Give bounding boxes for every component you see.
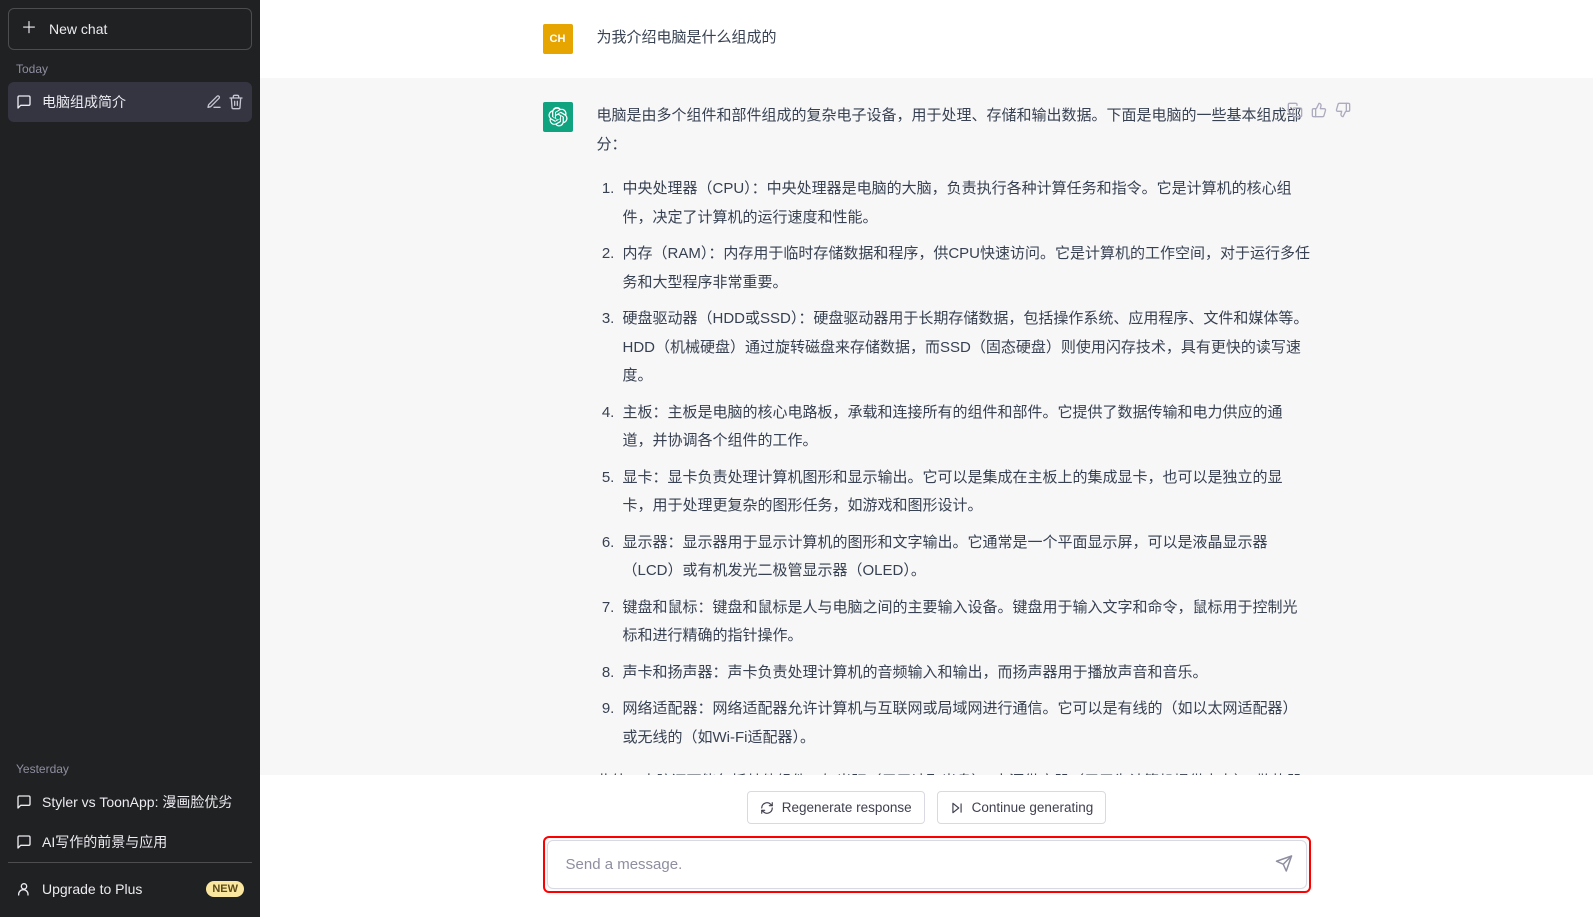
chat-item-title: AI写作的前景与应用 (42, 832, 244, 852)
message-input-container[interactable] (547, 840, 1307, 889)
list-item: 主板：主板是电脑的核心电路板，承载和连接所有的组件和部件。它提供了数据传输和电力… (619, 399, 1311, 456)
sidebar-bottom: Upgrade to Plus NEW (8, 862, 252, 909)
trash-icon[interactable] (228, 94, 244, 110)
openai-logo-icon (548, 107, 568, 127)
refresh-icon (760, 801, 774, 815)
conversation: CH 为我介绍电脑是什么组成的 电脑是由多个组件和部件组成的复杂电子设备，用于处… (260, 0, 1593, 775)
new-badge: NEW (206, 881, 244, 897)
thumbs-down-icon[interactable] (1335, 102, 1351, 118)
list-item: 显示器：显示器用于显示计算机的图形和文字输出。它通常是一个平面显示屏，可以是液晶… (619, 529, 1311, 586)
assistant-actions (1287, 102, 1351, 118)
sidebar-scroll: Today 电脑组成简介 Yesterday Styler vs ToonApp… (8, 50, 252, 862)
list-item: 硬盘驱动器（HDD或SSD）：硬盘驱动器用于长期存储数据，包括操作系统、应用程序… (619, 305, 1311, 391)
footer-buttons: Regenerate response Continue generating (747, 791, 1106, 824)
new-chat-button[interactable]: ＋ New chat (8, 8, 252, 50)
message-input-highlight (543, 836, 1311, 893)
assistant-list: 中央处理器（CPU）：中央处理器是电脑的大脑，负责执行各种计算任务和指令。它是计… (597, 175, 1311, 752)
regenerate-label: Regenerate response (782, 800, 912, 815)
message-icon (16, 94, 32, 110)
main: CH 为我介绍电脑是什么组成的 电脑是由多个组件和部件组成的复杂电子设备，用于处… (260, 0, 1593, 917)
edit-icon[interactable] (206, 94, 222, 110)
send-button[interactable] (1275, 854, 1293, 875)
list-item: 内存（RAM）：内存用于临时存储数据和程序，供CPU快速访问。它是计算机的工作空… (619, 240, 1311, 297)
assistant-outro: 此外，电脑还可能包括其他组件，如光驱（用于读取光盘）、电源供应器（用于为计算机提… (597, 768, 1311, 775)
assistant-message-body: 电脑是由多个组件和部件组成的复杂电子设备，用于处理、存储和输出数据。下面是电脑的… (597, 102, 1311, 775)
assistant-intro: 电脑是由多个组件和部件组成的复杂电子设备，用于处理、存储和输出数据。下面是电脑的… (597, 102, 1311, 159)
section-label-yesterday: Yesterday (8, 750, 252, 782)
list-item: 中央处理器（CPU）：中央处理器是电脑的大脑，负责执行各种计算任务和指令。它是计… (619, 175, 1311, 232)
section-label-today: Today (8, 50, 252, 82)
thumbs-up-icon[interactable] (1311, 102, 1327, 118)
chat-item-active[interactable]: 电脑组成简介 (8, 82, 252, 122)
regenerate-button[interactable]: Regenerate response (747, 791, 925, 824)
footer: Regenerate response Continue generating (260, 775, 1593, 917)
copy-icon[interactable] (1287, 102, 1303, 118)
chat-item[interactable]: Styler vs ToonApp: 漫画脸优劣 (8, 782, 252, 822)
assistant-message: 电脑是由多个组件和部件组成的复杂电子设备，用于处理、存储和输出数据。下面是电脑的… (260, 78, 1593, 775)
continue-label: Continue generating (972, 800, 1094, 815)
list-item: 网络适配器：网络适配器允许计算机与互联网或局域网进行通信。它可以是有线的（如以太… (619, 695, 1311, 752)
sidebar: ＋ New chat Today 电脑组成简介 Yesterday Styler… (0, 0, 260, 917)
user-message-text: 为我介绍电脑是什么组成的 (597, 24, 1311, 54)
user-icon (16, 881, 32, 897)
list-item: 显卡：显卡负责处理计算机图形和显示输出。它可以是集成在主板上的集成显卡，也可以是… (619, 464, 1311, 521)
user-avatar: CH (543, 24, 573, 54)
message-icon (16, 794, 32, 810)
continue-icon (950, 801, 964, 815)
assistant-avatar (543, 102, 573, 132)
new-chat-label: New chat (49, 21, 107, 37)
continue-button[interactable]: Continue generating (937, 791, 1107, 824)
upgrade-button[interactable]: Upgrade to Plus NEW (8, 869, 252, 909)
send-icon (1275, 854, 1293, 872)
message-icon (16, 834, 32, 850)
chat-item-title: 电脑组成简介 (42, 92, 196, 112)
list-item: 键盘和鼠标：键盘和鼠标是人与电脑之间的主要输入设备。键盘用于输入文字和命令，鼠标… (619, 594, 1311, 651)
upgrade-label: Upgrade to Plus (42, 881, 142, 897)
user-message: CH 为我介绍电脑是什么组成的 (260, 0, 1593, 78)
message-input[interactable] (564, 855, 1256, 874)
chat-item-title: Styler vs ToonApp: 漫画脸优劣 (42, 792, 244, 812)
list-item: 声卡和扬声器：声卡负责处理计算机的音频输入和输出，而扬声器用于播放声音和音乐。 (619, 659, 1311, 688)
plus-icon: ＋ (21, 21, 37, 37)
chat-item[interactable]: AI写作的前景与应用 (8, 822, 252, 862)
